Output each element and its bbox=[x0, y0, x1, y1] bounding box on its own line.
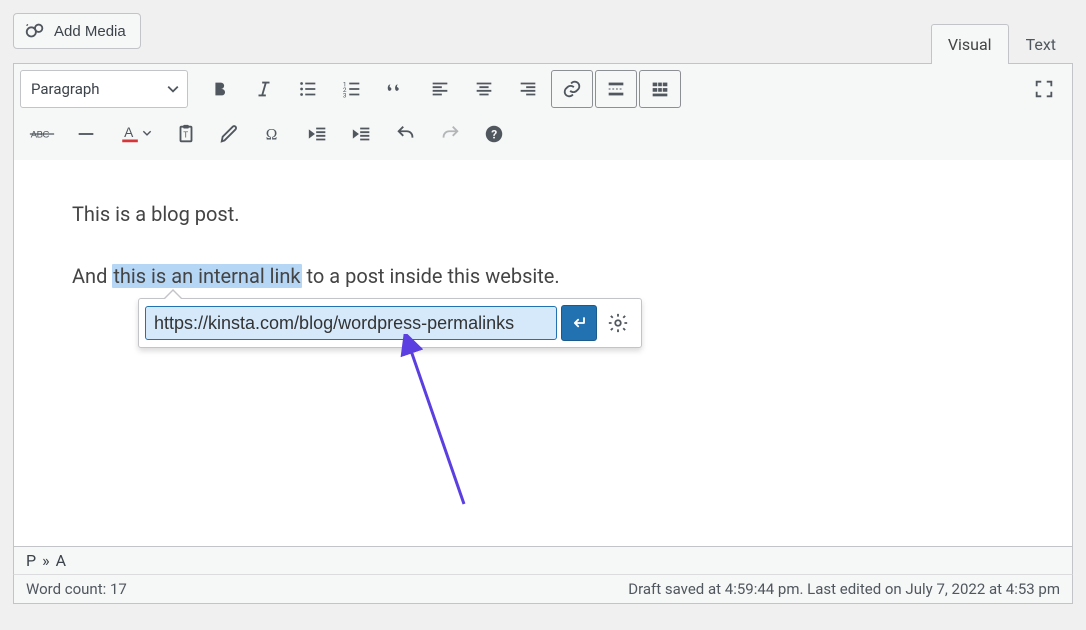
svg-text:3: 3 bbox=[343, 91, 347, 99]
align-center-icon bbox=[473, 78, 495, 100]
editor-mode-tabs: Visual Text bbox=[931, 23, 1073, 63]
outdent-button[interactable] bbox=[297, 115, 339, 153]
help-button[interactable]: ? bbox=[473, 115, 515, 153]
add-media-label: Add Media bbox=[54, 23, 126, 40]
strikethrough-button[interactable]: ABC bbox=[21, 115, 63, 153]
redo-icon bbox=[439, 123, 461, 145]
text-color-icon: A bbox=[120, 123, 152, 145]
special-char-button[interactable]: Ω bbox=[253, 115, 295, 153]
editor-top-row: Add Media Visual Text bbox=[13, 13, 1073, 63]
align-right-icon bbox=[517, 78, 539, 100]
gear-icon bbox=[607, 312, 629, 334]
chevron-down-icon bbox=[167, 83, 179, 95]
svg-text:2: 2 bbox=[343, 86, 347, 94]
tab-text[interactable]: Text bbox=[1009, 24, 1073, 64]
fullscreen-icon bbox=[1033, 78, 1055, 100]
paste-text-button[interactable]: T bbox=[165, 115, 207, 153]
outdent-icon bbox=[307, 123, 329, 145]
svg-text:Ω: Ω bbox=[266, 127, 278, 144]
toolbar-row-1: Paragraph 123 bbox=[14, 64, 1072, 114]
path-node-a[interactable]: A bbox=[56, 551, 66, 570]
svg-text:?: ? bbox=[491, 128, 497, 142]
blockquote-icon bbox=[385, 78, 407, 100]
svg-text:1: 1 bbox=[343, 80, 347, 88]
more-button[interactable] bbox=[595, 70, 637, 108]
path-separator: » bbox=[42, 551, 50, 570]
blockquote-button[interactable] bbox=[375, 70, 417, 108]
media-icon bbox=[24, 20, 46, 42]
svg-text:ABC: ABC bbox=[31, 129, 50, 140]
status-bar: Word count: 17 Draft saved at 4:59:44 pm… bbox=[13, 574, 1073, 604]
align-right-button[interactable] bbox=[507, 70, 549, 108]
toolbar: Paragraph 123 bbox=[13, 63, 1073, 160]
selected-link-text[interactable]: this is an internal link bbox=[112, 264, 301, 288]
editor-content-area[interactable]: This is a blog post. And this is an inte… bbox=[13, 160, 1073, 547]
help-icon: ? bbox=[483, 123, 505, 145]
italic-icon bbox=[253, 78, 275, 100]
undo-button[interactable] bbox=[385, 115, 427, 153]
align-center-button[interactable] bbox=[463, 70, 505, 108]
fullscreen-button[interactable] bbox=[1023, 70, 1065, 108]
ol-button[interactable]: 123 bbox=[331, 70, 373, 108]
hr-button[interactable] bbox=[65, 115, 107, 153]
element-path-bar: P » A bbox=[13, 547, 1073, 575]
redo-button[interactable] bbox=[429, 115, 471, 153]
link-inline-popup bbox=[138, 298, 642, 348]
enter-icon bbox=[569, 313, 589, 333]
ul-button[interactable] bbox=[287, 70, 329, 108]
link-icon bbox=[561, 78, 583, 100]
strikethrough-icon: ABC bbox=[29, 123, 55, 145]
kitchen-sink-button[interactable] bbox=[639, 70, 681, 108]
add-media-button[interactable]: Add Media bbox=[13, 13, 141, 49]
draft-status-text: Draft saved at 4:59:44 pm. Last edited o… bbox=[628, 580, 1060, 598]
italic-button[interactable] bbox=[243, 70, 285, 108]
format-select-value: Paragraph bbox=[31, 80, 100, 98]
content-line-2: And this is an internal link to a post i… bbox=[72, 266, 1014, 286]
tab-visual[interactable]: Visual bbox=[931, 24, 1009, 64]
ul-icon bbox=[297, 78, 319, 100]
bold-icon bbox=[209, 78, 231, 100]
text-color-button[interactable]: A bbox=[109, 115, 163, 153]
svg-text:T: T bbox=[183, 131, 188, 141]
undo-icon bbox=[395, 123, 417, 145]
special-char-icon: Ω bbox=[263, 123, 285, 145]
paste-text-icon: T bbox=[175, 123, 197, 145]
clear-format-button[interactable] bbox=[209, 115, 251, 153]
path-node-p[interactable]: P bbox=[26, 551, 36, 570]
word-count: Word count: 17 bbox=[26, 580, 127, 598]
clear-format-icon bbox=[219, 123, 241, 145]
editor-panel: Add Media Visual Text Paragraph 123 bbox=[0, 0, 1086, 630]
kitchen-sink-icon bbox=[649, 78, 671, 100]
link-url-input[interactable] bbox=[145, 306, 557, 340]
more-icon bbox=[605, 78, 627, 100]
align-left-icon bbox=[429, 78, 451, 100]
content-line-1: This is a blog post. bbox=[72, 204, 1014, 224]
hr-icon bbox=[75, 123, 97, 145]
bold-button[interactable] bbox=[199, 70, 241, 108]
indent-icon bbox=[351, 123, 373, 145]
format-select[interactable]: Paragraph bbox=[20, 70, 188, 108]
toolbar-row-2: ABC A T Ω bbox=[14, 114, 1072, 160]
link-button[interactable] bbox=[551, 70, 593, 108]
svg-text:A: A bbox=[124, 125, 134, 140]
link-options-button[interactable] bbox=[601, 306, 635, 340]
apply-link-button[interactable] bbox=[561, 305, 597, 341]
ol-icon: 123 bbox=[341, 78, 363, 100]
indent-button[interactable] bbox=[341, 115, 383, 153]
align-left-button[interactable] bbox=[419, 70, 461, 108]
